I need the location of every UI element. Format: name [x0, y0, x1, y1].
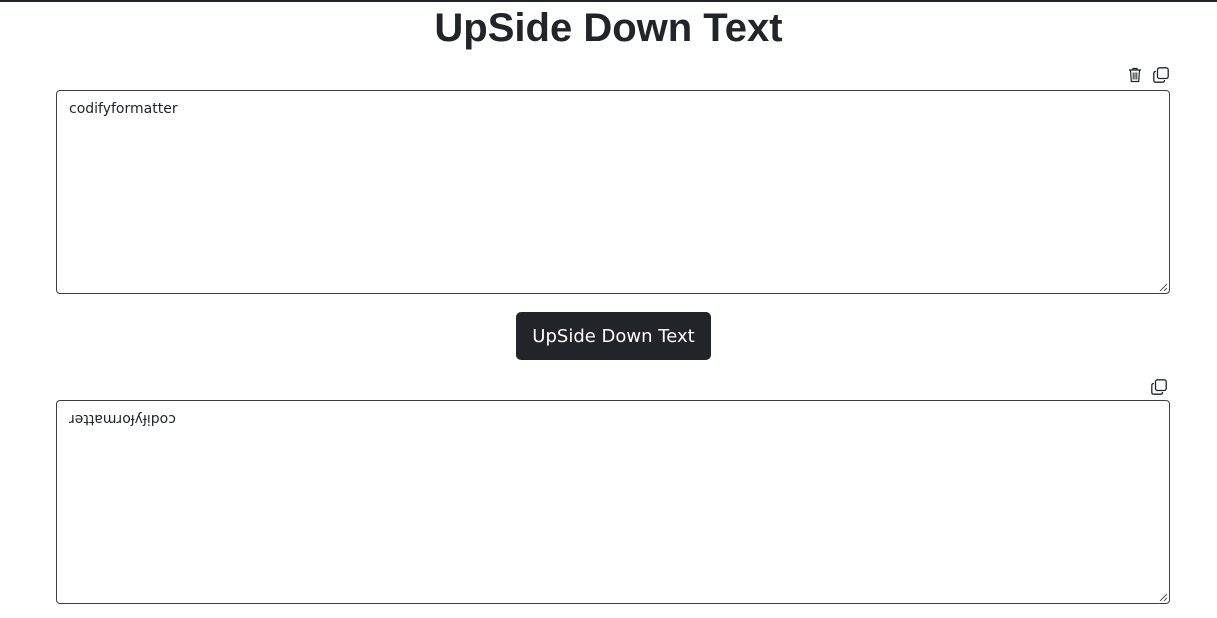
upside-down-button[interactable]: UpSide Down Text	[516, 312, 711, 360]
page-title: UpSide Down Text	[434, 6, 783, 50]
top-border	[0, 0, 1217, 2]
input-textarea-container: codifyformatter	[56, 90, 1170, 294]
input-toolbar	[1126, 66, 1170, 84]
resize-grip-icon[interactable]	[1159, 593, 1167, 601]
output-textarea-container: ɹǝʇʇɐɯɹoɟʎɟᴉpoɔ	[56, 400, 1170, 604]
output-toolbar	[1150, 378, 1168, 396]
input-textarea[interactable]: codifyformatter	[57, 91, 1169, 293]
copy-icon[interactable]	[1152, 66, 1170, 84]
resize-grip-icon[interactable]	[1159, 283, 1167, 291]
trash-icon[interactable]	[1126, 66, 1144, 84]
output-textarea[interactable]: ɹǝʇʇɐɯɹoɟʎɟᴉpoɔ	[57, 401, 1169, 603]
copy-icon[interactable]	[1150, 378, 1168, 396]
